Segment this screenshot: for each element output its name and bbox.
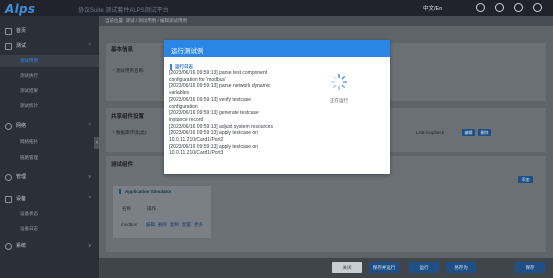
log-line: [2023/06/16 09:59:13] apply testcase on	[169, 130, 258, 137]
basic-info-title: 基本信息	[111, 47, 134, 53]
test-component-title: 测试组件	[111, 162, 134, 168]
shared-component-title: 共享组件设置	[111, 114, 145, 120]
breadcrumb: 当前位置: 测试 / 测试用例 / 编辑测试用例	[105, 18, 188, 23]
loading-spinner-icon	[330, 73, 348, 91]
chevron-up-icon: ^	[88, 43, 91, 49]
log-line: 10.0.11.210/Card1/Port3	[169, 150, 224, 157]
row-copy-link[interactable]: 复制	[170, 222, 179, 228]
cloud-icon[interactable]	[476, 3, 485, 12]
help-icon[interactable]	[495, 3, 504, 12]
network-icon	[5, 123, 12, 130]
save-as-button[interactable]: 另存为	[446, 262, 476, 273]
sidebar-sub-device-status[interactable]: 设备状态	[0, 208, 99, 220]
footer-bar	[99, 258, 553, 278]
shared-edit-button[interactable]: 编辑	[462, 129, 475, 136]
power-icon[interactable]	[533, 3, 542, 12]
gear-icon	[5, 174, 12, 181]
chevron-down-icon: v	[88, 174, 92, 180]
sidebar-item-device[interactable]: 设备 ^	[0, 193, 99, 206]
testcase-name-label: * 测试用例名称:	[113, 68, 145, 73]
add-component-button[interactable]: 添加	[518, 176, 533, 183]
sidebar-sub-test-result[interactable]: 测试结果	[0, 85, 99, 97]
log-line: [2023/06/16 09:59:13] adjust system reso…	[169, 123, 273, 130]
sidebar-sub-links[interactable]: 链路管理	[0, 152, 99, 164]
column-name-header: 名称	[122, 206, 131, 211]
language-switch[interactable]: 中文/En	[423, 4, 442, 12]
sidebar-sub-test-stats[interactable]: 测试统计	[0, 100, 99, 112]
running-status: 正在运行	[330, 98, 348, 103]
row-config-link[interactable]: 配置	[182, 222, 191, 228]
app-logo: Alps	[5, 2, 36, 16]
log-line: [2023/06/16 09:59:13] generate testcase	[169, 110, 259, 117]
log-line: [2023/06/16 09:59:13] parse network dyna…	[169, 83, 271, 90]
sidebar-item-test[interactable]: 测试 ^	[0, 40, 99, 53]
sidebar-sub-testcase[interactable]: 测试用例	[0, 55, 99, 67]
log-line: [2023/06/16 09:59:13] apply testcase on	[169, 143, 258, 150]
device-icon	[5, 196, 12, 203]
sidebar-item-manage[interactable]: 管理 v	[0, 171, 99, 184]
row-delete-link[interactable]: 删除	[158, 222, 167, 228]
log-line: configuration for 'modbus'	[169, 76, 226, 83]
component-row-name: modbus	[121, 222, 138, 227]
chevron-up-icon: ^	[88, 123, 91, 129]
log-line: instance record	[169, 116, 204, 123]
log-line: variables	[169, 90, 190, 97]
user-icon[interactable]	[514, 3, 523, 12]
lab-env-value: LAB-loopback	[416, 130, 445, 135]
log-line: [2023/06/16 09:59:13] verify testcase	[169, 96, 251, 103]
save-and-run-button[interactable]: 保存并运行	[369, 262, 399, 273]
save-button[interactable]: 保存	[515, 262, 545, 273]
shared-delete-button[interactable]: 删除	[478, 129, 491, 136]
row-more-link[interactable]: 更多	[194, 222, 203, 228]
column-ops-header: 操作	[147, 206, 156, 211]
chevron-up-icon: ^	[88, 196, 91, 202]
row-edit-link[interactable]: 编辑	[146, 222, 155, 228]
sidebar-item-network[interactable]: 网络 ^	[0, 120, 99, 133]
sidebar-item-home[interactable]: 首页	[0, 25, 99, 38]
run-button[interactable]: 运行	[409, 262, 439, 273]
run-log: [2023/06/16 09:59:13] parse test compone…	[169, 70, 311, 174]
close-button[interactable]: 关闭	[332, 262, 362, 273]
log-line: 10.0.11.210/Card1/Port2	[169, 137, 224, 144]
database-env-label: * 数据库环境(类):	[113, 130, 148, 135]
dialog-title: 运行测试例	[171, 48, 204, 55]
sidebar-sub-topology[interactable]: 网络拓扑	[0, 136, 99, 148]
app-title: 协议Suite 测试套件ALPS测试平台	[78, 8, 169, 14]
home-icon	[5, 28, 12, 35]
sidebar-item-system[interactable]: 系统 v	[0, 240, 99, 253]
app-simulator-title: Application Simulator	[119, 189, 172, 194]
chevron-down-icon: v	[88, 243, 92, 249]
play-icon	[5, 43, 12, 50]
sidebar-sub-test-exec[interactable]: 测试执行	[0, 70, 99, 82]
sidebar-sub-device-log[interactable]: 设备日志	[0, 223, 99, 235]
system-icon	[5, 243, 12, 250]
log-line: configuration	[169, 103, 198, 110]
log-line: [2023/06/16 09:59:13] parse test compone…	[169, 70, 268, 76]
